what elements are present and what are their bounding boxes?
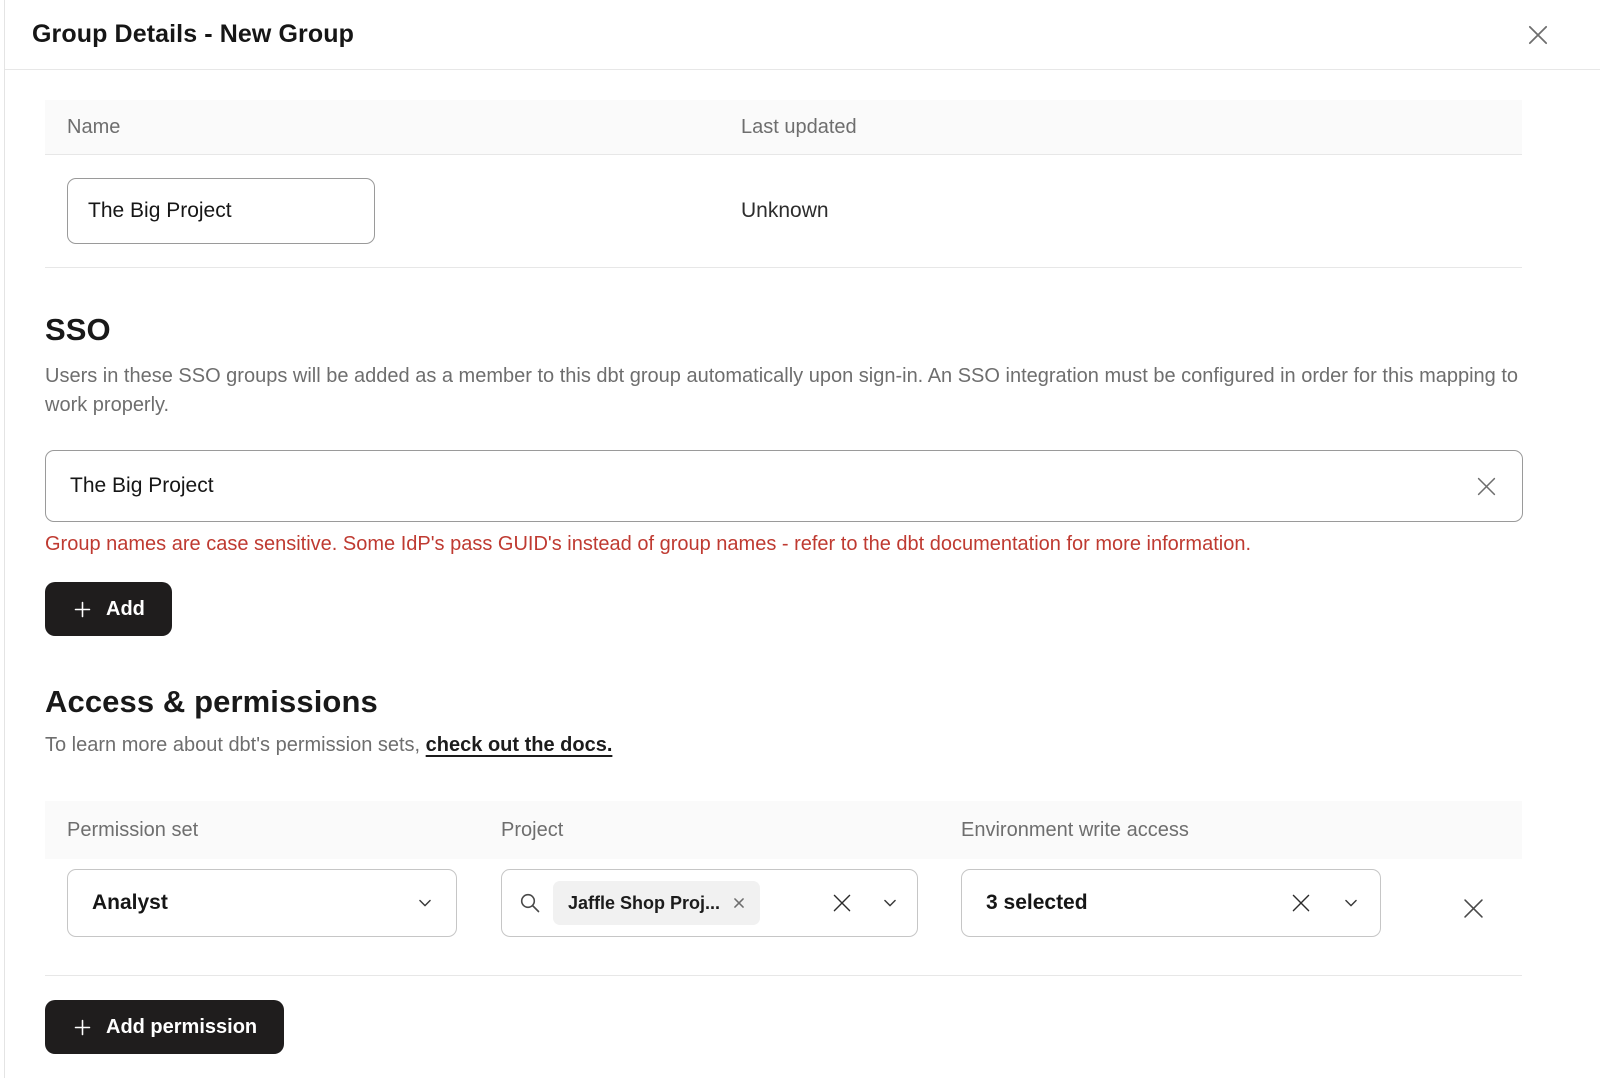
plus-icon bbox=[72, 1017, 93, 1038]
plus-icon bbox=[72, 599, 93, 620]
permission-row: Analyst bbox=[45, 859, 1522, 975]
group-table-row: Unknown bbox=[45, 155, 1522, 268]
close-button[interactable] bbox=[1522, 19, 1554, 51]
group-details-modal: Group Details - New Group Name Last upda… bbox=[4, 0, 1600, 1078]
tag-remove-x-icon bbox=[732, 896, 746, 910]
column-header-environment-write-access: Environment write access bbox=[961, 819, 1425, 842]
clear-icon bbox=[1473, 473, 1500, 500]
last-updated-value: Unknown bbox=[741, 199, 829, 222]
project-tag: Jaffle Shop Proj... bbox=[553, 881, 760, 925]
permissions-table-header: Permission set Project Environment write… bbox=[45, 801, 1522, 859]
permission-set-select[interactable]: Analyst bbox=[67, 869, 457, 937]
chevron-down-icon bbox=[881, 894, 899, 912]
permissions-divider bbox=[45, 975, 1522, 976]
add-button-label: Add bbox=[106, 598, 145, 621]
sso-group-name-field[interactable] bbox=[45, 450, 1523, 522]
permissions-description-text: To learn more about dbt's permission set… bbox=[45, 734, 426, 756]
sso-clear-button[interactable] bbox=[1473, 473, 1500, 500]
environment-write-access-select[interactable]: 3 selected bbox=[961, 869, 1381, 937]
access-permissions-heading: Access & permissions bbox=[45, 684, 1522, 720]
close-icon bbox=[1524, 21, 1552, 49]
clear-icon bbox=[1288, 890, 1314, 916]
group-name-input[interactable] bbox=[67, 178, 375, 244]
column-header-name: Name bbox=[45, 116, 741, 139]
access-permissions-section: Access & permissions To learn more about… bbox=[45, 684, 1522, 1054]
environment-clear-button[interactable] bbox=[1288, 890, 1314, 916]
column-header-last-updated: Last updated bbox=[741, 116, 1522, 139]
sso-description: Users in these SSO groups will be added … bbox=[45, 362, 1522, 420]
search-icon bbox=[518, 891, 542, 915]
column-header-permission-set: Permission set bbox=[45, 819, 501, 842]
chevron-down-icon bbox=[416, 894, 434, 912]
sso-section: SSO Users in these SSO groups will be ad… bbox=[45, 312, 1522, 636]
project-tag-remove-button[interactable] bbox=[732, 896, 746, 910]
remove-permission-row-button[interactable] bbox=[1459, 894, 1488, 923]
sso-group-name-input[interactable] bbox=[46, 451, 1473, 521]
add-permission-button-label: Add permission bbox=[106, 1016, 257, 1039]
docs-link[interactable]: check out the docs. bbox=[426, 734, 613, 756]
page-title: Group Details - New Group bbox=[32, 20, 354, 49]
permissions-table: Permission set Project Environment write… bbox=[45, 801, 1522, 976]
remove-row-x-icon bbox=[1459, 894, 1488, 923]
column-header-project: Project bbox=[501, 819, 961, 842]
chevron-down-icon bbox=[1342, 894, 1360, 912]
project-tag-label: Jaffle Shop Proj... bbox=[568, 893, 720, 914]
clear-icon bbox=[829, 890, 855, 916]
add-sso-group-button[interactable]: Add bbox=[45, 582, 172, 636]
permissions-description: To learn more about dbt's permission set… bbox=[45, 734, 1522, 757]
add-permission-button[interactable]: Add permission bbox=[45, 1000, 284, 1054]
group-table-header: Name Last updated bbox=[45, 100, 1522, 155]
sso-heading: SSO bbox=[45, 312, 1522, 348]
modal-header: Group Details - New Group bbox=[5, 0, 1600, 70]
project-clear-button[interactable] bbox=[829, 890, 855, 916]
project-multiselect[interactable]: Jaffle Shop Proj... bbox=[501, 869, 918, 937]
group-info-table: Name Last updated Unknown bbox=[45, 100, 1522, 268]
permission-set-value: Analyst bbox=[92, 891, 168, 915]
environment-write-access-value: 3 selected bbox=[986, 891, 1088, 915]
sso-helper-text: Group names are case sensitive. Some IdP… bbox=[45, 533, 1522, 556]
